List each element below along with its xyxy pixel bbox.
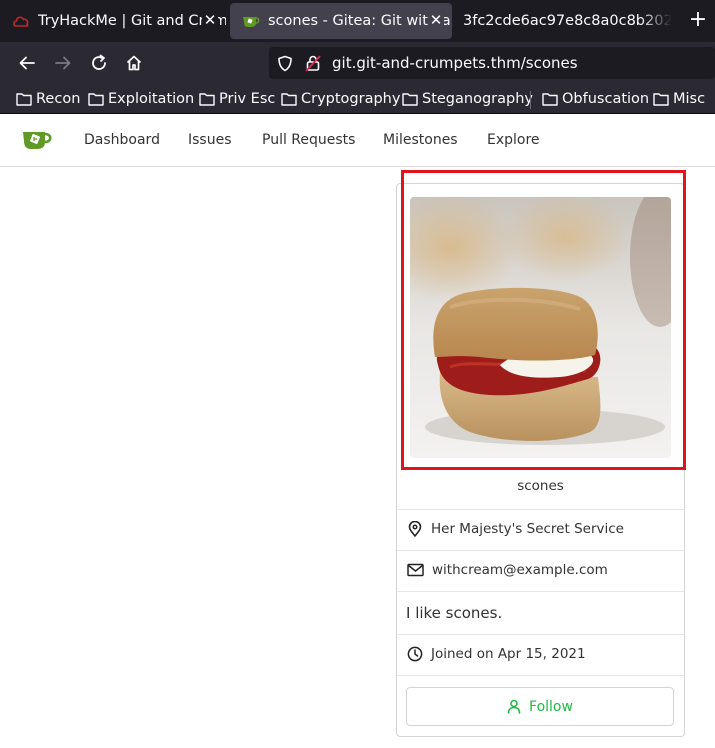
profile-location: Her Majesty's Secret Service: [407, 521, 624, 537]
arrow-right-icon: [55, 56, 71, 70]
nav-milestones[interactable]: Milestones: [383, 132, 458, 148]
profile-joined: Joined on Apr 15, 2021: [407, 646, 586, 662]
bookmark-label: Exploitation: [108, 91, 195, 107]
nav-pull-requests[interactable]: Pull Requests: [262, 132, 355, 148]
divider: [397, 550, 684, 551]
bookmark-exploitation[interactable]: Exploitation: [88, 89, 194, 109]
tab-overflow-fade: [640, 3, 672, 39]
email-link[interactable]: withcream@example.com: [432, 562, 608, 578]
forward-button[interactable]: [51, 51, 75, 75]
gitea-navbar: Dashboard Issues Pull Requests Milestone…: [0, 114, 715, 167]
bookmark-priv-esc[interactable]: Priv Esc: [199, 89, 275, 109]
bookmark-steganography[interactable]: Steganography: [402, 89, 533, 109]
tab-tryhackme[interactable]: TryHackMe | Git and Crum ✕: [0, 3, 226, 39]
bookmark-label: Cryptography: [301, 91, 401, 107]
divider: [397, 634, 684, 635]
close-tab-icon[interactable]: ✕: [202, 12, 218, 28]
joined-text: Joined on Apr 15, 2021: [431, 646, 586, 662]
arrow-left-icon: [19, 56, 35, 70]
bookmark-misc[interactable]: Misc: [653, 89, 705, 109]
folder-icon: [653, 93, 669, 106]
home-button[interactable]: [122, 51, 146, 75]
tab-hash[interactable]: 3fc2cde6ac97e8c8a0c8b202: [452, 3, 672, 39]
person-icon: [507, 699, 521, 714]
browser-tab-bar: TryHackMe | Git and Crum ✕ scones - Gite…: [0, 0, 715, 42]
profile-email: withcream@example.com: [407, 562, 608, 578]
folder-icon: [88, 93, 104, 106]
url-text: git.git-and-crumpets.thm/scones: [332, 54, 578, 72]
bookmark-obfuscation[interactable]: Obfuscation: [542, 89, 649, 109]
tab-gitea-scones[interactable]: scones - Gitea: Git with a ✕: [230, 3, 452, 39]
back-button[interactable]: [15, 51, 39, 75]
bookmark-label: Priv Esc: [219, 91, 276, 107]
folder-icon: [16, 93, 32, 106]
gitea-icon: [242, 13, 260, 29]
folder-icon: [281, 93, 297, 106]
scone-avatar-image: [410, 197, 671, 458]
location-pin-icon: [408, 521, 422, 537]
url-bar[interactable]: git.git-and-crumpets.thm/scones: [269, 47, 715, 79]
mail-icon: [407, 563, 424, 577]
new-tab-button[interactable]: +: [686, 9, 710, 33]
divider: [397, 509, 684, 510]
bookmark-label: Obfuscation: [562, 91, 650, 107]
profile-card: scones Her Majesty's Secret Service with…: [396, 183, 685, 737]
divider: [397, 591, 684, 592]
bookmark-label: Misc: [673, 91, 706, 107]
follow-label: Follow: [529, 698, 573, 715]
bookmark-cryptography[interactable]: Cryptography: [281, 89, 400, 109]
close-tab-icon[interactable]: ✕: [428, 12, 444, 28]
bookmark-separator: [530, 91, 531, 109]
profile-bio: I like scones.: [406, 604, 503, 622]
tab-title: TryHackMe | Git and Crum: [38, 13, 226, 29]
shield-icon[interactable]: [277, 55, 293, 76]
tryhackme-icon: [12, 13, 30, 29]
nav-issues[interactable]: Issues: [188, 132, 232, 148]
folder-icon: [199, 93, 215, 106]
nav-dashboard[interactable]: Dashboard: [84, 132, 160, 148]
bookmark-label: Recon: [36, 91, 81, 107]
clock-icon: [407, 646, 423, 662]
location-text: Her Majesty's Secret Service: [431, 521, 624, 537]
divider: [397, 675, 684, 676]
follow-button[interactable]: Follow: [406, 687, 674, 726]
tab-title: scones - Gitea: Git with a: [268, 13, 451, 29]
insecure-lock-icon[interactable]: [305, 54, 321, 76]
browser-nav-bar: git.git-and-crumpets.thm/scones: [0, 42, 715, 84]
folder-icon: [542, 93, 558, 106]
reload-button[interactable]: [87, 51, 111, 75]
reload-icon: [92, 54, 106, 70]
profile-username: scones: [517, 478, 564, 494]
nav-explore[interactable]: Explore: [487, 132, 540, 148]
home-icon: [126, 55, 142, 71]
bookmark-label: Steganography: [422, 91, 533, 107]
avatar[interactable]: [410, 197, 671, 458]
gitea-logo-icon[interactable]: [22, 128, 54, 154]
bookmarks-bar: Recon Exploitation Priv Esc Cryptography…: [0, 84, 715, 114]
bookmark-recon[interactable]: Recon: [16, 89, 80, 109]
folder-icon: [402, 93, 418, 106]
